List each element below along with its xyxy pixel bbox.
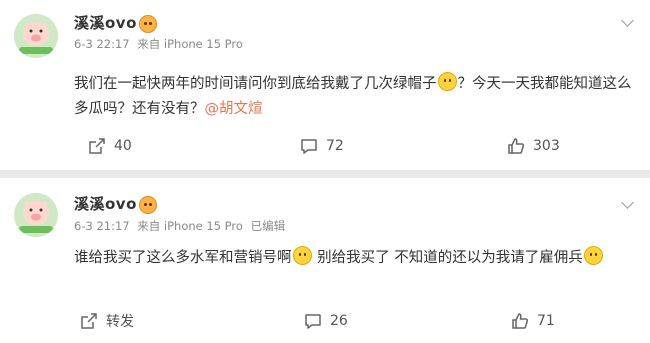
comment-icon: [301, 139, 317, 154]
sweat-emoji-icon: [292, 246, 312, 265]
post-meta: 6-3 21:17 来自 iPhone 15 Pro 已编辑: [74, 218, 289, 234]
pig-cartoon-avatar-icon: [14, 14, 58, 58]
thumbs-up-icon: [512, 313, 529, 329]
smile-emoji-icon: [437, 72, 457, 91]
repost-icon: [89, 138, 105, 154]
repost-count: 40: [114, 138, 132, 154]
weibo-post-2-content: 溪溪ovo 6-3 21:17 来自 iPhone 15 Pro 已编辑 谁给我…: [0, 178, 650, 343]
post-source: 来自 iPhone 15 Pro: [137, 37, 243, 51]
comment-icon: [305, 314, 321, 329]
sweat-emoji-icon: [583, 246, 603, 265]
comment-button[interactable]: 26: [304, 306, 348, 336]
mention-link[interactable]: @胡文煊: [205, 101, 263, 117]
comment-count: 26: [330, 313, 348, 329]
chevron-down-icon[interactable]: [621, 196, 634, 209]
post-time[interactable]: 6-3 21:17: [74, 219, 130, 233]
orange-face-badge-icon: [139, 196, 157, 214]
post-text-part: 别给我买了 不知道的还以为我请了雇佣兵: [312, 250, 583, 266]
repost-button[interactable]: 转发: [80, 306, 134, 336]
like-button[interactable]: 303: [507, 131, 560, 161]
post-source: 来自 iPhone 15 Pro: [137, 219, 243, 233]
repost-label: 转发: [106, 314, 134, 330]
post-text-part: 我们在一起快两年的时间请问你到底给我戴了几次绿帽子: [74, 76, 437, 92]
comment-button[interactable]: 72: [300, 131, 344, 161]
username[interactable]: 溪溪ovo: [74, 193, 137, 214]
thumbs-up-icon: [508, 138, 525, 154]
like-count: 303: [533, 138, 560, 154]
like-button[interactable]: 71: [511, 306, 555, 336]
post-actions: 40 72 303: [0, 131, 650, 161]
post-actions: 转发 26 71: [0, 306, 650, 336]
post-meta: 6-3 22:17 来自 iPhone 15 Pro: [74, 36, 247, 52]
post-text-part: 谁给我买了这么多水军和营销号啊: [74, 250, 292, 266]
like-count: 71: [537, 313, 555, 329]
post-text: 谁给我买了这么多水军和营销号啊 别给我买了 不知道的还以为我请了雇佣兵: [74, 246, 634, 271]
repost-icon: [81, 313, 97, 329]
pig-cartoon-avatar-icon: [14, 193, 58, 237]
chevron-down-icon[interactable]: [621, 14, 634, 27]
username[interactable]: 溪溪ovo: [74, 12, 137, 33]
avatar[interactable]: [14, 193, 58, 237]
repost-button[interactable]: 40: [88, 131, 132, 161]
weibo-post-1: 溪溪ovo 6-3 22:17 来自 iPhone 15 Pro 我们在一起快两…: [0, 0, 650, 170]
orange-face-badge-icon: [139, 15, 157, 33]
post-text: 我们在一起快两年的时间请问你到底给我戴了几次绿帽子 ？今天一天我都能知道这么多瓜吗…: [74, 72, 634, 122]
post-time[interactable]: 6-3 22:17: [74, 37, 130, 51]
edited-label[interactable]: 已编辑: [251, 219, 286, 233]
comment-count: 72: [326, 138, 344, 154]
avatar[interactable]: [14, 14, 58, 58]
